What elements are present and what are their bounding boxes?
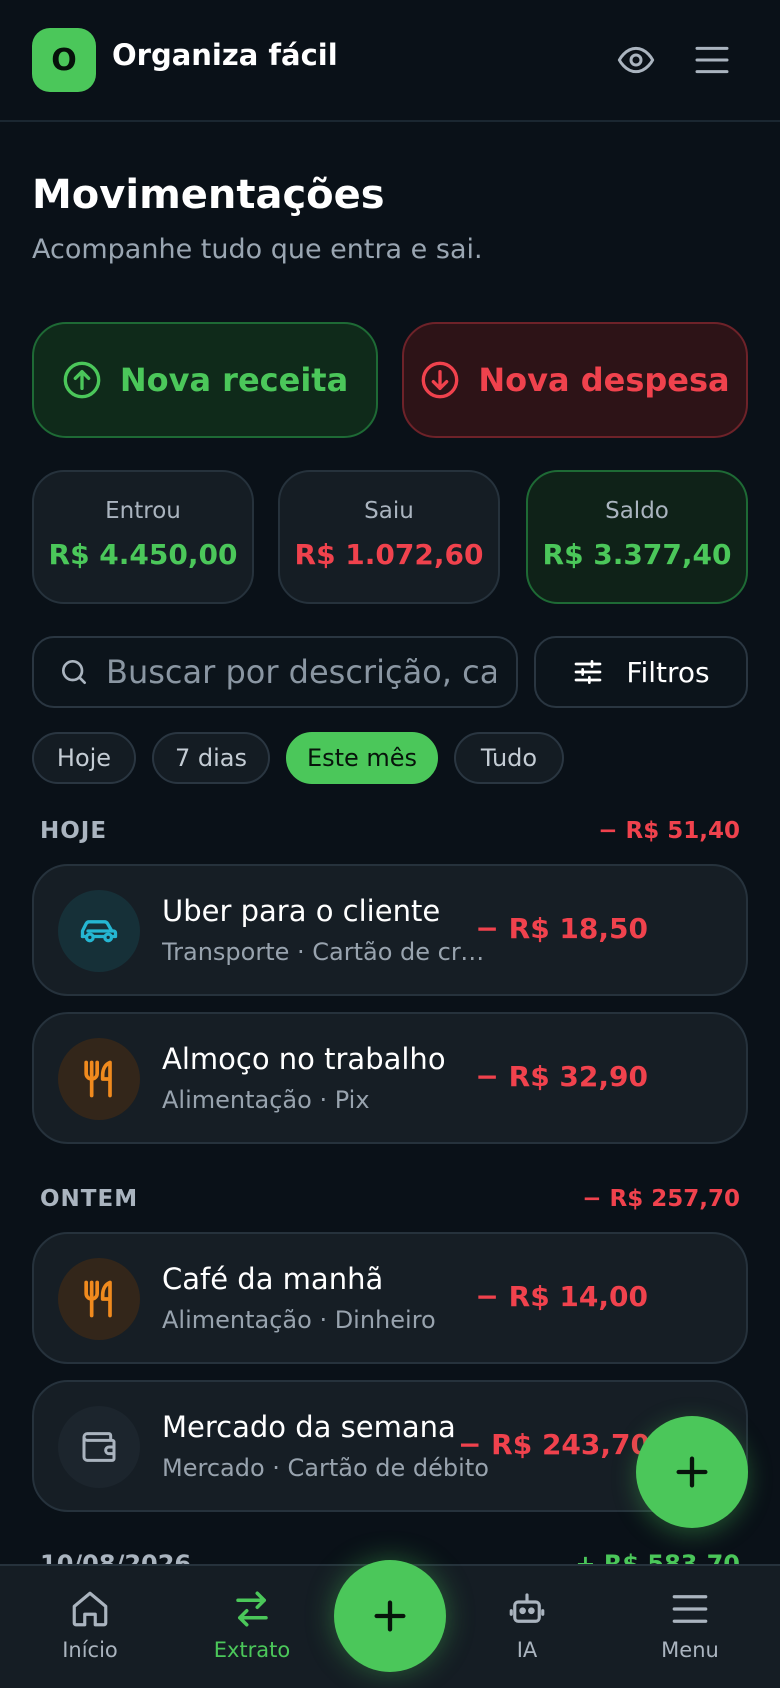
filters-button[interactable]: Filtros	[534, 636, 748, 708]
eye-icon	[617, 46, 655, 74]
transaction-amount: − R$ 32,90	[475, 1060, 648, 1093]
new-income-button[interactable]: Nova receita	[32, 322, 378, 438]
menu-icon	[672, 1595, 708, 1623]
group-heading-yesterday: ONTEM	[40, 1186, 139, 1212]
home-icon	[72, 1591, 108, 1627]
category-icon-badge	[58, 1406, 140, 1488]
summary-income-value: R$ 4.450,00	[48, 538, 238, 571]
period-chip-7-days[interactable]: 7 dias	[152, 732, 270, 784]
period-chip-this-month[interactable]: Este mês	[286, 732, 438, 784]
summary-income-card: Entrou R$ 4.450,00	[32, 470, 254, 604]
transaction-title: Uber para o cliente	[162, 894, 441, 928]
sliders-icon	[575, 660, 602, 684]
category-icon-badge	[58, 1038, 140, 1120]
plus-icon	[676, 1456, 708, 1488]
category-icon-badge	[58, 890, 140, 972]
transaction-meta: Alimentação · Dinheiro	[162, 1306, 436, 1334]
transaction-row[interactable]: Café da manhã Alimentação · Dinheiro − R…	[32, 1232, 748, 1364]
app-title: Organiza fácil	[112, 38, 338, 72]
app-logo[interactable]: O	[32, 28, 96, 92]
utensils-icon	[84, 1280, 112, 1318]
nav-label: Menu	[661, 1638, 719, 1662]
plus-icon	[374, 1600, 406, 1632]
app-header: O Organiza fácil	[0, 0, 780, 122]
group-total-yesterday: − R$ 257,70	[582, 1186, 740, 1212]
period-chip-all[interactable]: Tudo	[454, 732, 564, 784]
nav-item-menu[interactable]: Menu	[630, 1588, 750, 1678]
transaction-meta: Mercado · Cartão de débito	[162, 1454, 489, 1482]
logo-letter: O	[51, 42, 77, 78]
transaction-title: Mercado da semana	[162, 1410, 456, 1444]
hamburger-icon	[695, 46, 729, 74]
add-transaction-fab[interactable]	[636, 1416, 748, 1528]
nav-add-button[interactable]	[334, 1560, 446, 1672]
transaction-amount: − R$ 14,00	[475, 1280, 648, 1313]
transaction-meta: Transporte · Cartão de crédito	[162, 938, 492, 966]
transfer-icon	[236, 1591, 268, 1627]
period-chip-today[interactable]: Hoje	[32, 732, 136, 784]
summary-income-label: Entrou	[105, 498, 181, 524]
nav-label: IA	[516, 1638, 538, 1662]
nav-label: Extrato	[213, 1638, 291, 1662]
new-expense-label: Nova despesa	[478, 361, 730, 399]
arrow-up-circle-icon	[63, 361, 101, 399]
header-menu-button[interactable]	[692, 40, 732, 80]
transaction-meta: Alimentação · Pix	[162, 1086, 370, 1114]
group-heading-today: HOJE	[40, 818, 108, 844]
search-box	[32, 636, 518, 708]
summary-balance-card: Saldo R$ 3.377,40	[526, 470, 748, 604]
toggle-visibility-button[interactable]	[616, 40, 656, 80]
wallet-icon	[82, 1432, 116, 1462]
summary-balance-value: R$ 3.377,40	[542, 538, 732, 571]
nav-item-statement[interactable]: Extrato	[192, 1588, 312, 1678]
utensils-icon	[84, 1060, 112, 1098]
new-expense-button[interactable]: Nova despesa	[402, 322, 748, 438]
summary-expense-card: Saiu R$ 1.072,60	[278, 470, 500, 604]
nav-item-home[interactable]: Início	[30, 1588, 150, 1678]
arrow-down-circle-icon	[422, 361, 459, 399]
transaction-row[interactable]: Almoço no trabalho Alimentação · Pix − R…	[32, 1012, 748, 1144]
category-icon-badge	[58, 1258, 140, 1340]
nav-item-ai[interactable]: IA	[467, 1588, 587, 1678]
transaction-amount: − R$ 18,50	[475, 912, 648, 945]
car-icon	[80, 920, 118, 943]
search-input[interactable]	[106, 653, 496, 691]
filters-label: Filtros	[626, 655, 710, 689]
page-subtitle: Acompanhe tudo que entra e sai.	[32, 234, 483, 265]
nav-label: Início	[62, 1638, 118, 1662]
robot-icon	[509, 1593, 545, 1623]
summary-expense-label: Saiu	[364, 498, 414, 524]
summary-balance-label: Saldo	[605, 498, 669, 524]
transaction-amount: − R$ 243,70	[457, 1428, 650, 1461]
transaction-title: Almoço no trabalho	[162, 1042, 446, 1076]
group-total-today: − R$ 51,40	[598, 818, 740, 844]
search-icon	[62, 660, 86, 684]
summary-expense-value: R$ 1.072,60	[294, 538, 484, 571]
transaction-row[interactable]: Uber para o cliente Transporte · Cartão …	[32, 864, 748, 996]
new-income-label: Nova receita	[119, 361, 349, 399]
page-title: Movimentações	[32, 172, 385, 218]
transaction-title: Café da manhã	[162, 1262, 384, 1296]
